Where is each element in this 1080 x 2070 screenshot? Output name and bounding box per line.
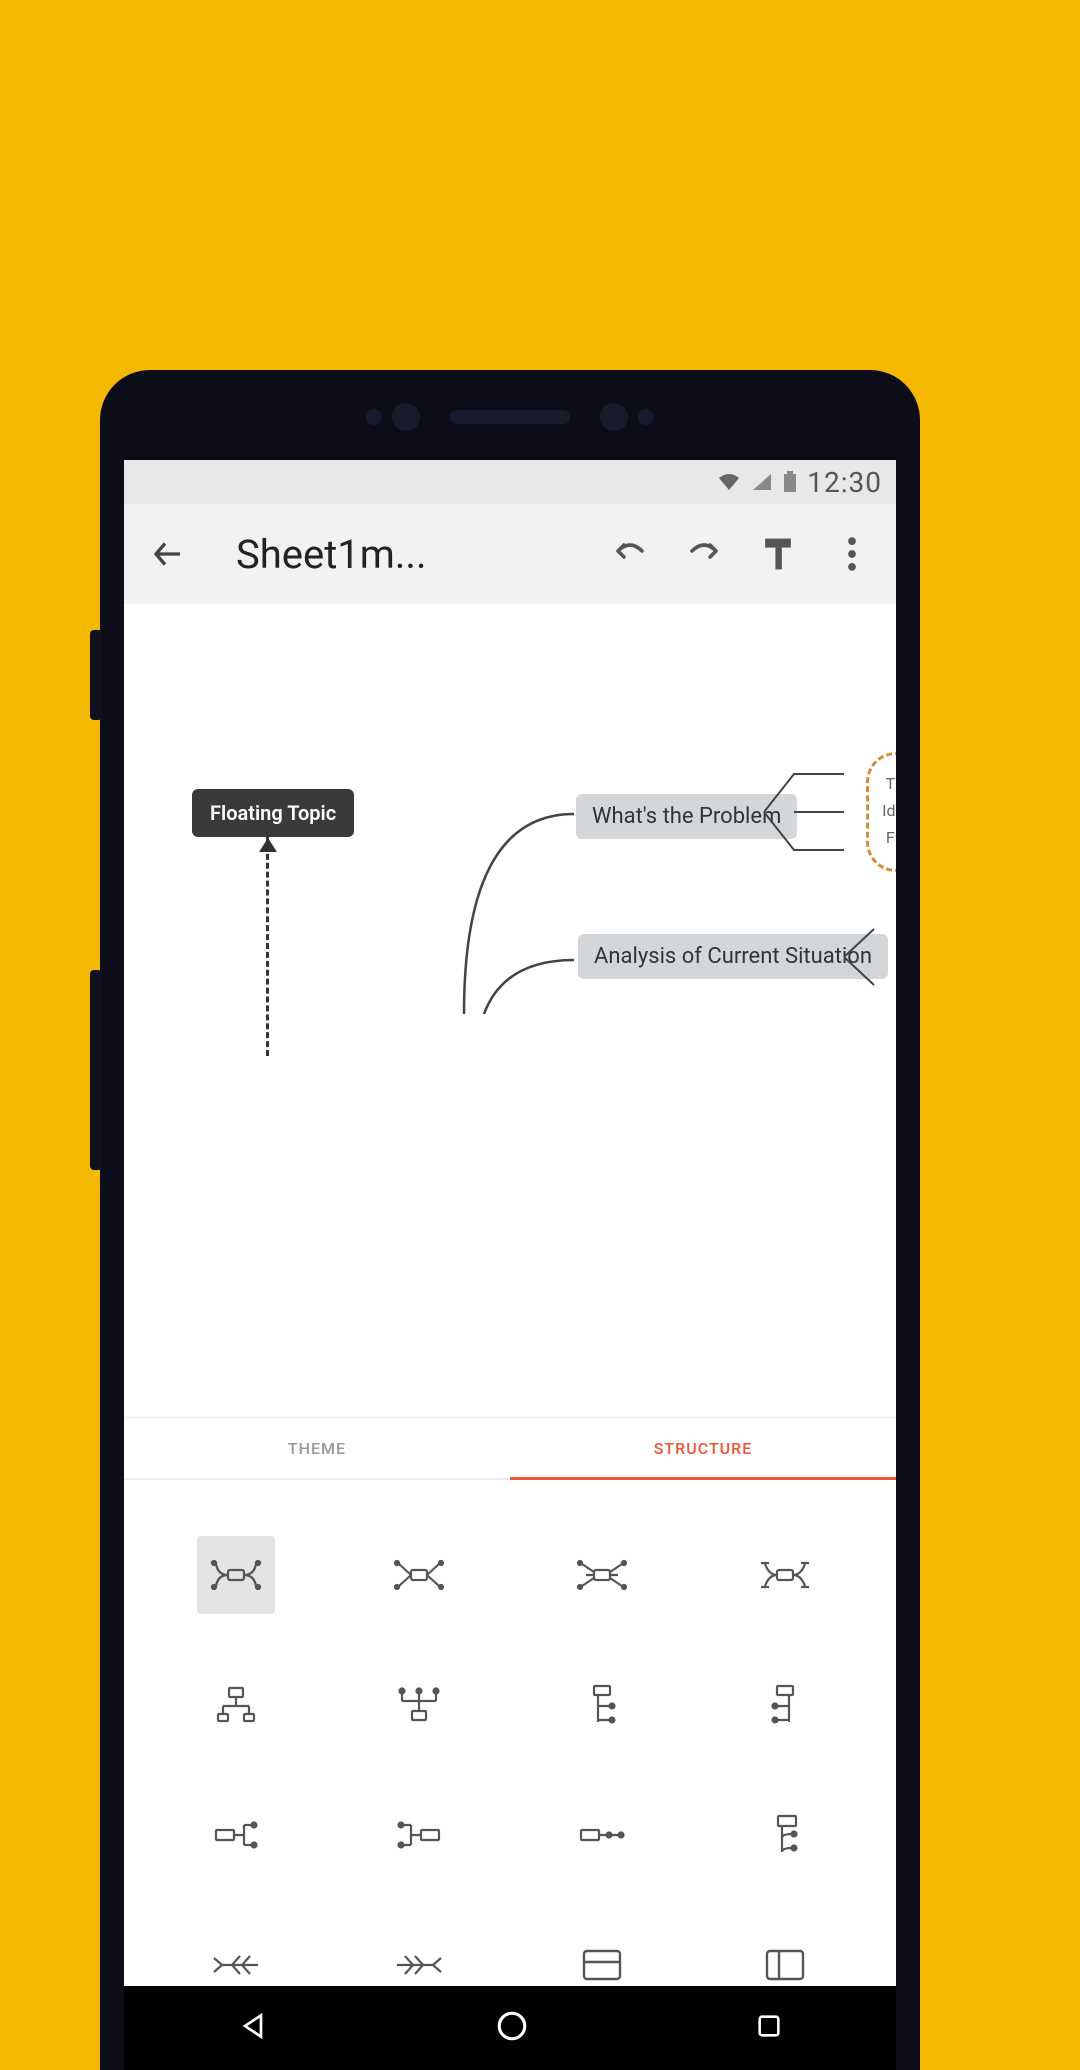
- mindmap-canvas[interactable]: Floating Topic What's the Problem Analys…: [124, 604, 896, 1417]
- structure-option[interactable]: [693, 1640, 876, 1770]
- dashed-connector: [266, 836, 269, 1056]
- tab-theme[interactable]: THEME: [124, 1418, 510, 1480]
- structure-option[interactable]: [144, 1510, 327, 1640]
- subtopic-fragment[interactable]: Fir: [886, 828, 896, 847]
- nav-home-button[interactable]: [495, 2009, 529, 2047]
- back-button[interactable]: [142, 528, 194, 580]
- floating-topic-node[interactable]: Floating Topic: [192, 789, 354, 837]
- phone-side-button: [90, 970, 102, 1170]
- panel-tabs: THEME STRUCTURE: [124, 1418, 896, 1480]
- redo-button[interactable]: [678, 528, 730, 580]
- tab-structure[interactable]: STRUCTURE: [510, 1418, 896, 1480]
- android-status-bar: 12:30: [124, 460, 896, 504]
- structure-option[interactable]: [327, 1770, 510, 1900]
- nav-recent-button[interactable]: [755, 2012, 783, 2044]
- subtopic-fragment[interactable]: Ide: [882, 801, 896, 820]
- connector-line: [424, 794, 584, 1014]
- structure-grid: [124, 1480, 896, 2070]
- structure-option[interactable]: [327, 1640, 510, 1770]
- phone-side-button: [90, 630, 102, 720]
- format-panel: THEME STRUCTURE: [124, 1417, 896, 2070]
- phone-sensors: [100, 402, 920, 432]
- subtopic-fragment[interactable]: Th: [886, 774, 896, 793]
- more-button[interactable]: [826, 528, 878, 580]
- topic-node[interactable]: Analysis of Current Situation: [578, 934, 888, 979]
- sheet-title[interactable]: Sheet1m...: [236, 531, 582, 578]
- phone-frame: 12:30 Sheet1m... Floating Topic: [100, 370, 920, 2070]
- app-toolbar: Sheet1m...: [124, 504, 896, 604]
- structure-option[interactable]: [510, 1510, 693, 1640]
- branch-bracket: [764, 769, 844, 869]
- structure-option[interactable]: [144, 1640, 327, 1770]
- format-button[interactable]: [752, 528, 804, 580]
- battery-icon: [783, 471, 797, 493]
- structure-option[interactable]: [693, 1770, 876, 1900]
- android-nav-bar: [124, 1986, 896, 2070]
- wifi-icon: [717, 472, 741, 492]
- status-time: 12:30: [807, 466, 882, 499]
- undo-button[interactable]: [604, 528, 656, 580]
- cell-signal-icon: [751, 472, 773, 492]
- structure-option[interactable]: [144, 1770, 327, 1900]
- nav-back-button[interactable]: [237, 2010, 269, 2046]
- structure-option[interactable]: [510, 1640, 693, 1770]
- structure-option[interactable]: [510, 1770, 693, 1900]
- screen: 12:30 Sheet1m... Floating Topic: [124, 460, 896, 2070]
- structure-option[interactable]: [327, 1510, 510, 1640]
- branch-bracket: [844, 924, 896, 994]
- structure-option[interactable]: [693, 1510, 876, 1640]
